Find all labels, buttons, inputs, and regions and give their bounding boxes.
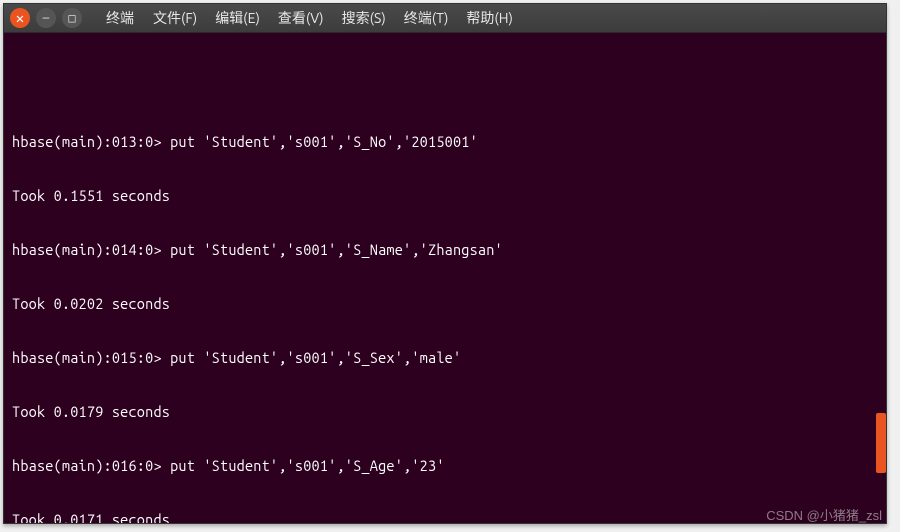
- menubar: 终端 文件(F) 编辑(E) 查看(V) 搜索(S) 终端(T) 帮助(H): [102, 4, 522, 32]
- scrollbar-thumb[interactable]: [876, 413, 886, 473]
- terminal-output[interactable]: hbase(main):013:0> put 'Student','s001',…: [4, 33, 886, 523]
- minimize-button[interactable]: —: [36, 8, 56, 28]
- app-title: 终端: [102, 4, 144, 32]
- close-button[interactable]: ✕: [10, 8, 30, 28]
- terminal-line: Took 0.0171 seconds: [12, 511, 878, 523]
- menu-search[interactable]: 搜索(S): [333, 4, 395, 32]
- watermark-text: CSDN @小猪猪_zsl: [766, 505, 882, 524]
- terminal-line: Took 0.0202 seconds: [12, 295, 878, 313]
- terminal-window: ✕ — □ 终端 文件(F) 编辑(E) 查看(V) 搜索(S) 终端(T) 帮…: [3, 3, 887, 524]
- terminal-line: hbase(main):016:0> put 'Student','s001',…: [12, 457, 878, 475]
- terminal-line: hbase(main):015:0> put 'Student','s001',…: [12, 349, 878, 367]
- terminal-line: hbase(main):013:0> put 'Student','s001',…: [12, 133, 878, 151]
- terminal-line: hbase(main):014:0> put 'Student','s001',…: [12, 241, 878, 259]
- menu-edit[interactable]: 编辑(E): [206, 4, 269, 32]
- menu-help[interactable]: 帮助(H): [457, 4, 522, 32]
- terminal-line: Took 0.1551 seconds: [12, 187, 878, 205]
- maximize-button[interactable]: □: [62, 8, 82, 28]
- menu-terminal[interactable]: 终端(T): [395, 4, 458, 32]
- terminal-line: Took 0.0179 seconds: [12, 403, 878, 421]
- window-titlebar[interactable]: ✕ — □ 终端 文件(F) 编辑(E) 查看(V) 搜索(S) 终端(T) 帮…: [4, 4, 886, 33]
- menu-file[interactable]: 文件(F): [144, 4, 206, 32]
- terminal-line: [12, 79, 878, 97]
- menu-view[interactable]: 查看(V): [269, 4, 333, 32]
